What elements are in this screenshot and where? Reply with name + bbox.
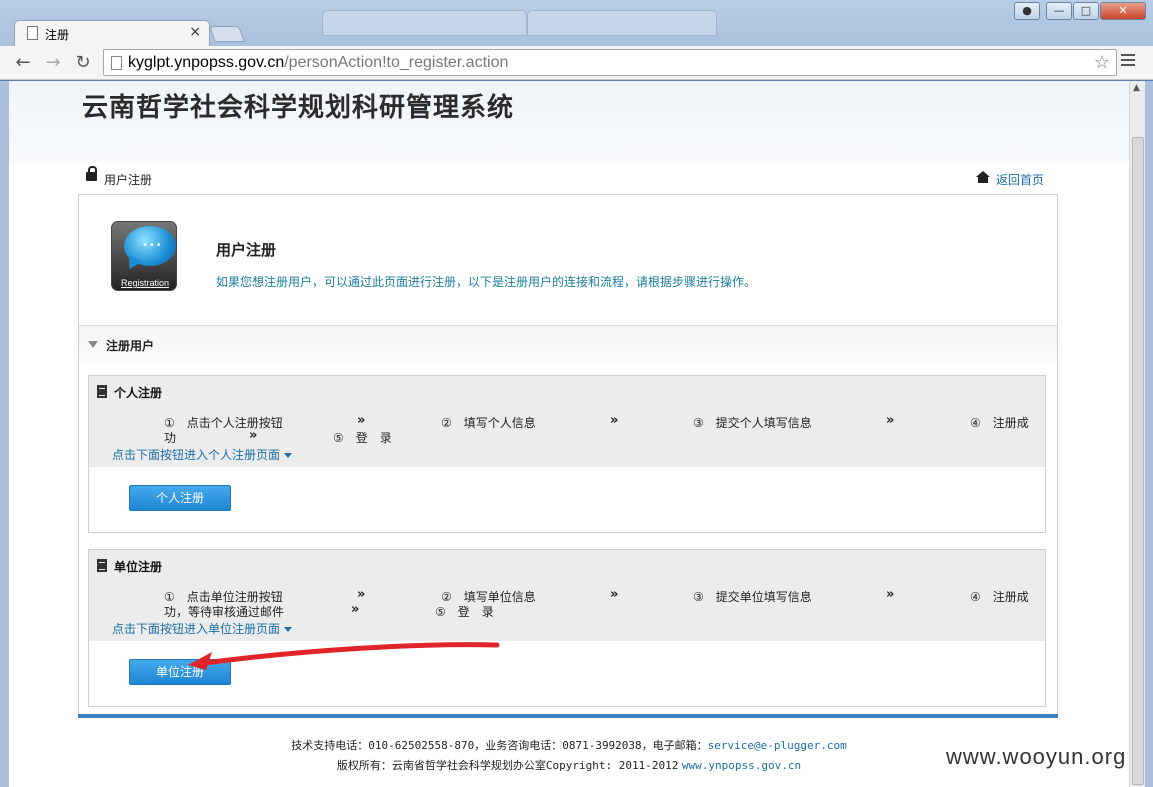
- annotation-arrow: [188, 642, 500, 670]
- watermark: www.wooyun.org: [946, 744, 1127, 769]
